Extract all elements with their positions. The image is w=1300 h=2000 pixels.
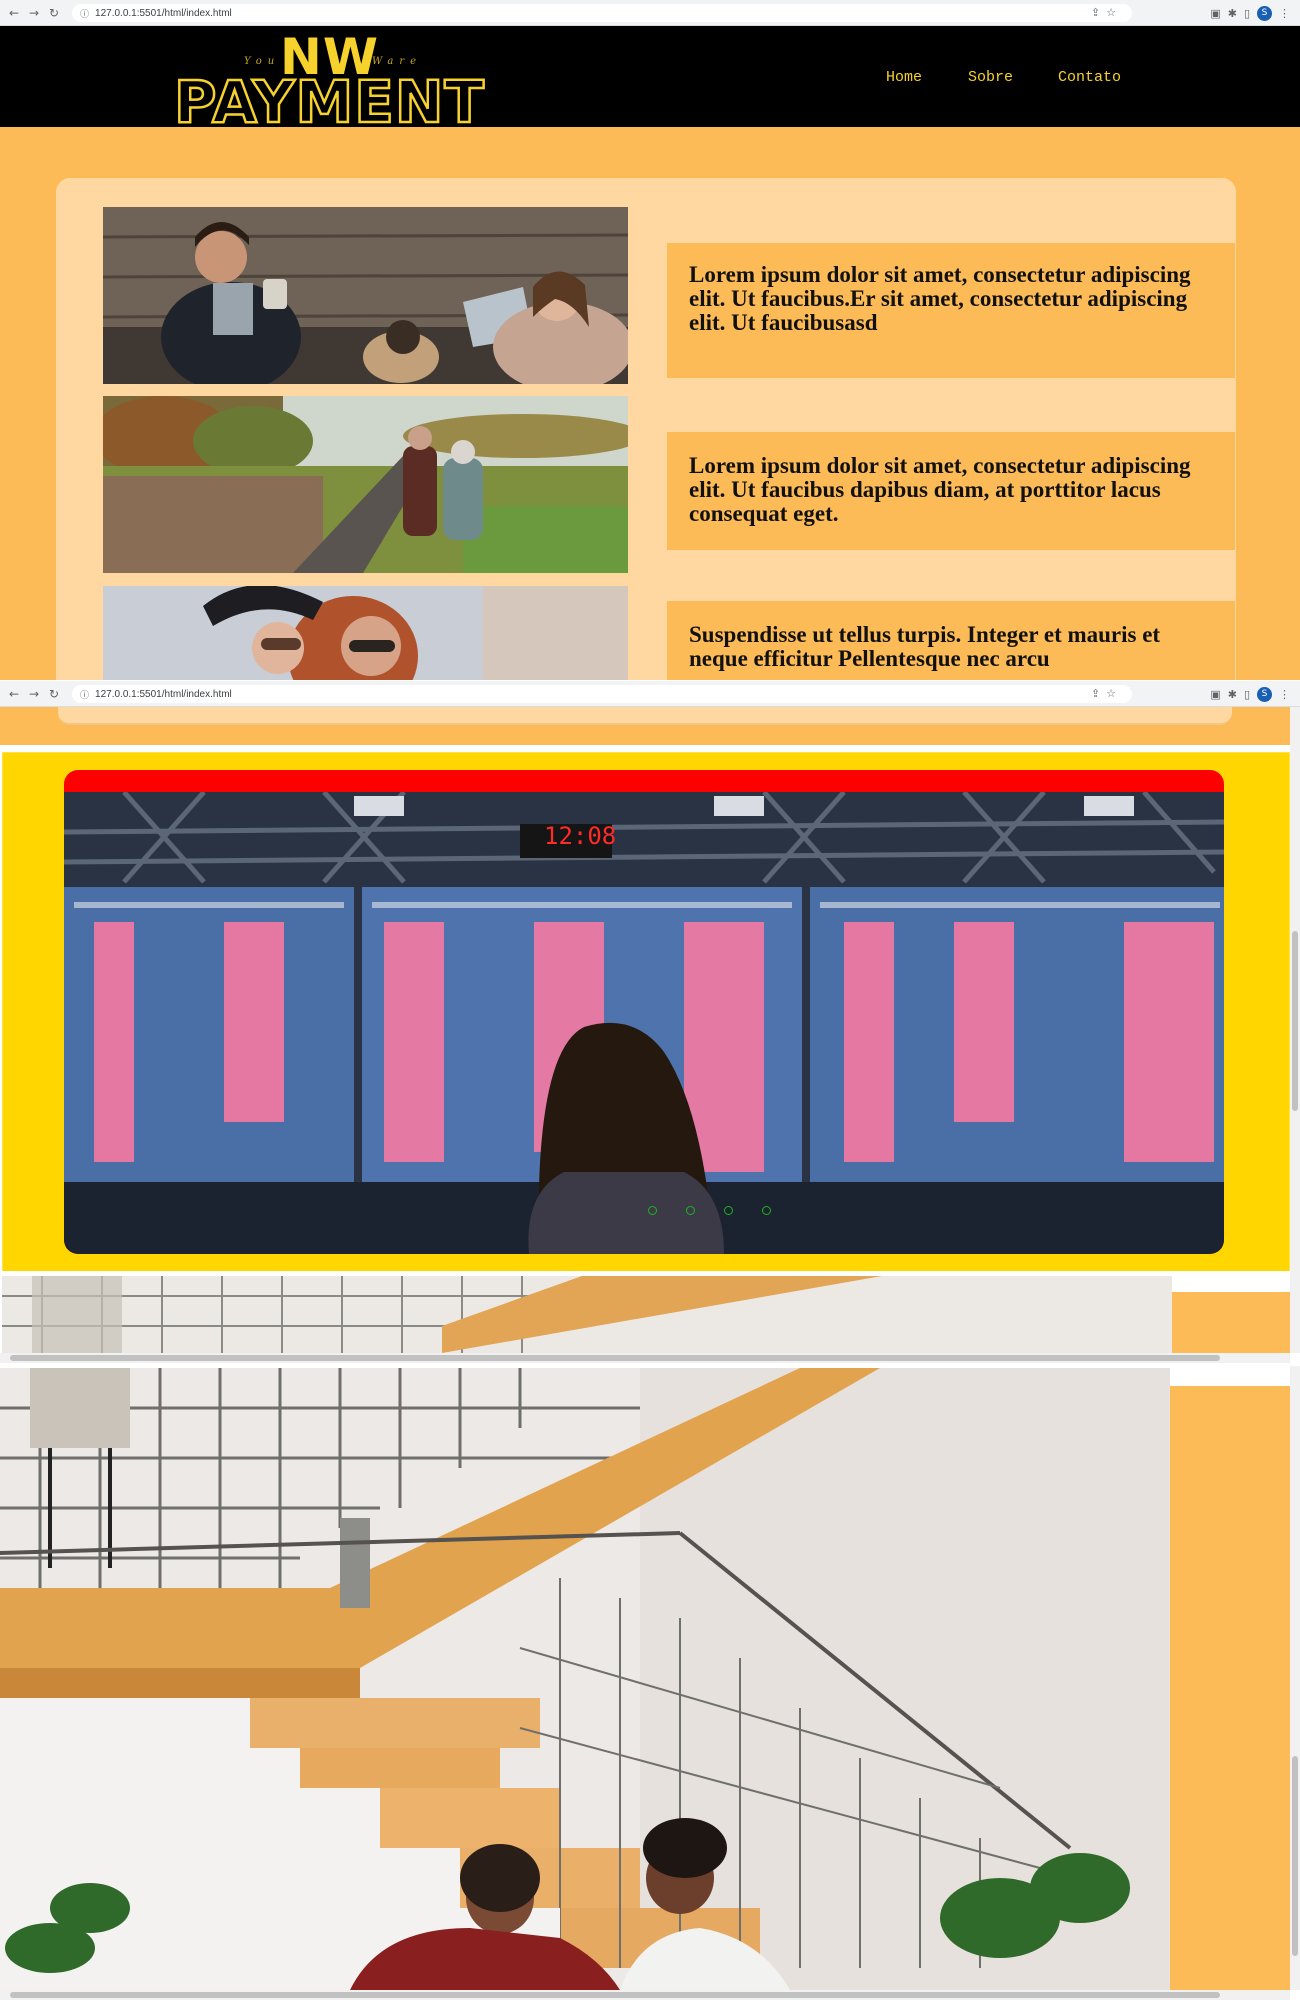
- logo-script-left: You: [244, 56, 281, 67]
- back-icon[interactable]: ←: [4, 687, 24, 701]
- site-info-icon[interactable]: ⓘ: [80, 688, 89, 701]
- menu-icon[interactable]: ⋮: [1279, 688, 1290, 701]
- text-box-2: Lorem ipsum dolor sit amet, consectetur …: [667, 432, 1235, 550]
- couple-with-dog-photo: [103, 207, 628, 384]
- nav-contato-link[interactable]: Contato: [1058, 69, 1121, 86]
- sidepanel-icon[interactable]: ▯: [1244, 688, 1250, 701]
- puzzle-icon[interactable]: ✱: [1228, 7, 1237, 20]
- profile-avatar[interactable]: S: [1257, 686, 1272, 702]
- extensions-area: ▣ ✱ ▯ S ⋮: [1210, 0, 1300, 26]
- sidepanel-icon[interactable]: ▯: [1244, 7, 1250, 20]
- content-side-strip: [1170, 1386, 1290, 1990]
- section-gap: [0, 1271, 1290, 1275]
- two-women-sunglasses-photo: [103, 586, 628, 680]
- puzzle-icon[interactable]: ✱: [1228, 688, 1237, 701]
- content-card-bottom: [58, 707, 1232, 725]
- horizontal-scrollbar-thumb[interactable]: [10, 1355, 1220, 1361]
- url-text: 127.0.0.1:5501/html/index.html: [95, 688, 232, 700]
- text-box-3: Suspendisse ut tellus turpis. Integer et…: [667, 601, 1235, 680]
- vertical-scrollbar[interactable]: [1290, 1366, 1300, 1990]
- extension-icon[interactable]: ▣: [1210, 7, 1220, 20]
- forward-icon[interactable]: →: [24, 6, 44, 20]
- url-text: 127.0.0.1:5501/html/index.html: [95, 7, 232, 19]
- airport-departures-board-photo: [64, 792, 1224, 1254]
- forward-icon[interactable]: →: [24, 687, 44, 701]
- bookmark-star-icon[interactable]: ⇪☆: [1091, 6, 1122, 19]
- reload-icon[interactable]: ↻: [44, 687, 64, 701]
- profile-avatar[interactable]: S: [1257, 5, 1272, 21]
- nav-sobre-link[interactable]: Sobre: [968, 69, 1013, 86]
- menu-icon[interactable]: ⋮: [1279, 7, 1290, 20]
- image-slider[interactable]: 12:08: [64, 770, 1224, 1254]
- logo-script-right: Ware: [372, 56, 423, 67]
- horizontal-scrollbar-thumb[interactable]: [10, 1992, 1220, 1998]
- text-box-2-text: Lorem ipsum dolor sit amet, consectetur …: [689, 453, 1191, 527]
- nav-home-link[interactable]: Home: [886, 69, 922, 86]
- text-box-1: Lorem ipsum dolor sit amet, consectetur …: [667, 243, 1235, 378]
- content-side-strip: [1172, 1292, 1290, 1353]
- text-box-3-text: Suspendisse ut tellus turpis. Integer et…: [689, 622, 1161, 672]
- vertical-scrollbar-thumb[interactable]: [1292, 1756, 1298, 1956]
- extension-icon[interactable]: ▣: [1210, 688, 1220, 701]
- back-icon[interactable]: ←: [4, 6, 24, 20]
- address-bar[interactable]: ⓘ 127.0.0.1:5501/html/index.html ⇪☆: [72, 685, 1132, 703]
- section-gap: [0, 745, 1290, 752]
- slider-dot-1[interactable]: [648, 1206, 657, 1215]
- site-info-icon[interactable]: ⓘ: [80, 7, 89, 20]
- reload-icon[interactable]: ↻: [44, 6, 64, 20]
- extensions-area: ▣ ✱ ▯ S ⋮: [1210, 681, 1300, 707]
- stairs-photo: [0, 1368, 1170, 1990]
- text-box-1-text: Lorem ipsum dolor sit amet, consectetur …: [689, 262, 1191, 336]
- browser-toolbar-second: ← → ↻ ⓘ 127.0.0.1:5501/html/index.html ⇪…: [0, 681, 1300, 707]
- bookmark-star-icon[interactable]: ⇪☆: [1091, 687, 1122, 700]
- elderly-couple-walking-photo: [103, 396, 628, 573]
- logo-payment-text: PAYMENT: [173, 67, 485, 138]
- vertical-scrollbar[interactable]: [1290, 707, 1300, 1353]
- stairs-photo-preview: [2, 1276, 1172, 1353]
- horizontal-scrollbar[interactable]: [0, 1990, 1290, 2000]
- slider-dot-3[interactable]: [724, 1206, 733, 1215]
- departures-clock: 12:08: [544, 822, 617, 850]
- site-header: You NW Ware PAYMENT Home Sobre Contato: [0, 26, 1300, 137]
- vertical-scrollbar-thumb[interactable]: [1292, 931, 1298, 1111]
- address-bar[interactable]: ⓘ 127.0.0.1:5501/html/index.html ⇪☆: [72, 4, 1132, 22]
- slider-dot-2[interactable]: [686, 1206, 695, 1215]
- horizontal-scrollbar[interactable]: [0, 1353, 1290, 1363]
- slider-dot-4[interactable]: [762, 1206, 771, 1215]
- browser-toolbar: ← → ↻ ⓘ 127.0.0.1:5501/html/index.html ⇪…: [0, 0, 1300, 26]
